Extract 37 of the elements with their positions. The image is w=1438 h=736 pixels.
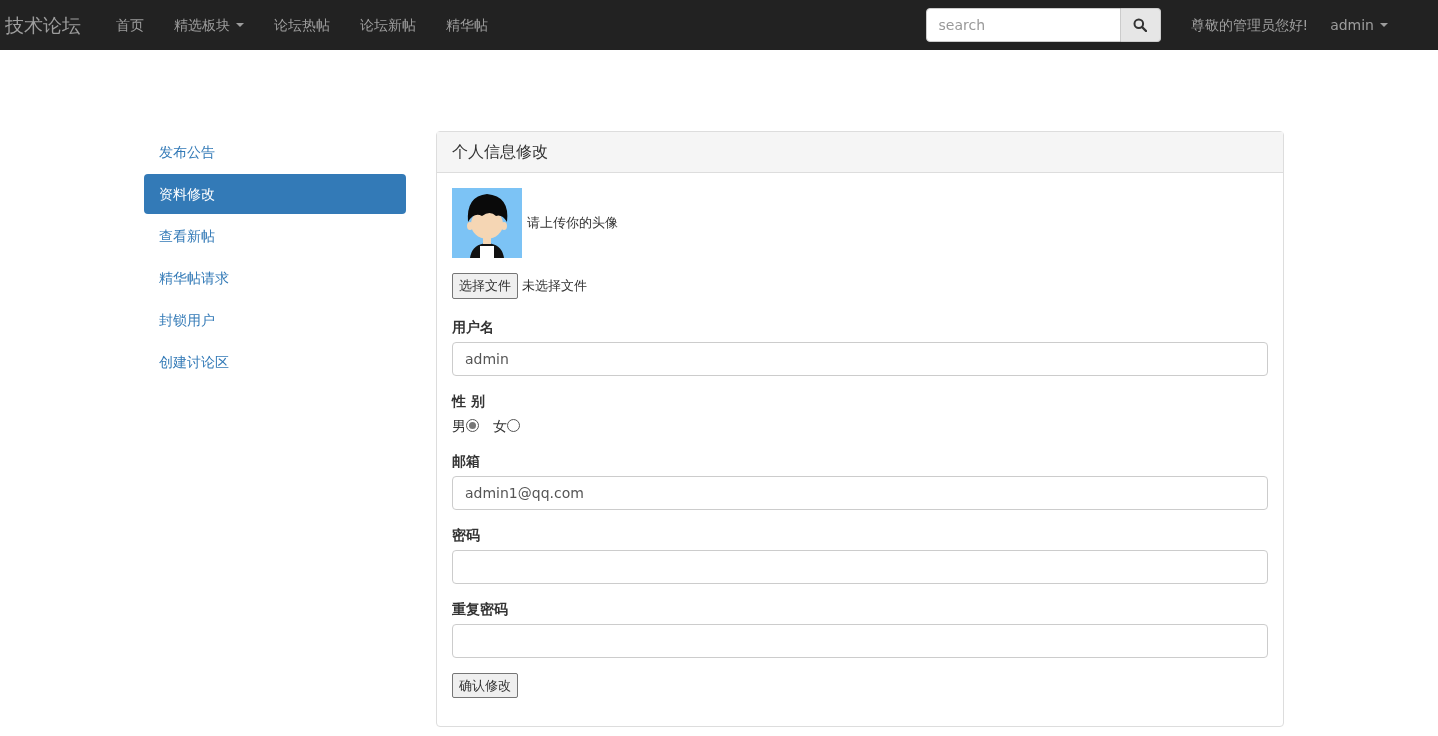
nav-link[interactable]: 论坛热帖: [259, 15, 345, 35]
nav-link[interactable]: 精选板块: [159, 15, 259, 35]
field-label: 邮箱: [452, 451, 481, 471]
sidebar-item[interactable]: 精华帖请求: [144, 258, 406, 298]
brand-link[interactable]: 技术论坛: [0, 10, 86, 40]
radio-button[interactable]: [507, 419, 520, 432]
input-field[interactable]: [452, 549, 1268, 584]
field-label: 密码: [452, 525, 481, 545]
sidebar-item[interactable]: 封锁用户: [144, 300, 406, 340]
sidebar-item[interactable]: 资料修改: [144, 174, 406, 214]
caret-icon: [236, 23, 244, 27]
nav-link[interactable]: 论坛新帖: [345, 15, 431, 35]
field-label: 性 别: [452, 391, 486, 411]
sidebar-item[interactable]: 发布公告: [144, 132, 406, 172]
caret-icon: [1380, 23, 1388, 27]
field-label: 重复密码: [452, 599, 509, 619]
nav-link[interactable]: 精华帖: [431, 15, 503, 35]
radio-label: 女: [493, 416, 507, 436]
input-field[interactable]: admin1@qq.com: [452, 475, 1268, 510]
avatar-hint: 请上传你的头像: [527, 214, 618, 233]
user-menu[interactable]: admin: [1330, 15, 1388, 35]
panel-heading: 个人信息修改: [437, 132, 1283, 173]
choose-file-button[interactable]: 选择文件: [452, 273, 518, 299]
sidebar-item[interactable]: 创建讨论区: [144, 342, 406, 382]
search-button[interactable]: [1120, 8, 1161, 42]
field-label: 用户名: [452, 317, 495, 337]
nav-link[interactable]: 首页: [101, 15, 159, 35]
radio-label: 男: [452, 416, 466, 436]
sidebar-item[interactable]: 查看新帖: [144, 216, 406, 256]
input-field[interactable]: [452, 623, 1268, 658]
submit-button[interactable]: 确认修改: [452, 672, 518, 698]
greeting-text: 尊敬的管理员您好!: [1190, 16, 1309, 35]
input-field[interactable]: admin: [452, 341, 1268, 376]
radio-button[interactable]: [466, 419, 479, 432]
search-icon: [1133, 18, 1147, 32]
search-field[interactable]: search: [925, 8, 1121, 42]
file-status: 未选择文件: [522, 277, 587, 295]
